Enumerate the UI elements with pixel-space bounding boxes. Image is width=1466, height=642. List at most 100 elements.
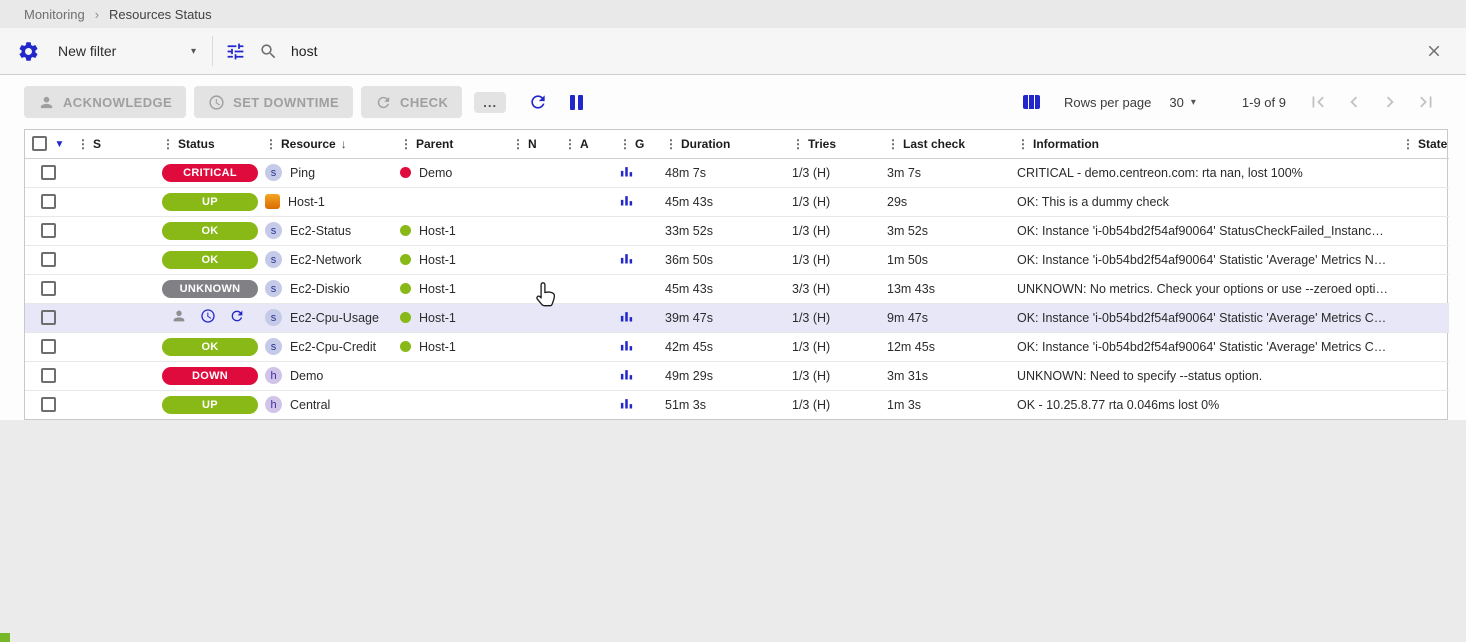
table-row[interactable]: CRITICALsPingDemo48m 7s1/3 (H)3m 7sCRITI… [25,158,1449,187]
drag-handle-icon[interactable]: ⋮ [1017,137,1029,151]
drag-handle-icon[interactable]: ⋮ [512,137,524,151]
graph-cell [613,187,659,216]
column-header-last-check[interactable]: ⋮Last check [881,130,1011,158]
column-header-duration[interactable]: ⋮Duration [659,130,786,158]
table-row[interactable]: DOWNhDemo49m 29s1/3 (H)3m 31sUNKNOWN: Ne… [25,361,1449,390]
parent-name[interactable]: Host-1 [419,224,456,238]
drag-handle-icon[interactable]: ⋮ [792,137,804,151]
previous-page-button[interactable] [1343,91,1365,113]
table-row[interactable]: sEc2-Cpu-UsageHost-139m 47s1/3 (H)9m 47s… [25,303,1449,332]
acknowledge-label: ACKNOWLEDGE [63,95,172,110]
sort-desc-icon[interactable]: ↓ [341,137,347,151]
tries-cell: 1/3 (H) [786,303,881,332]
column-header-resource[interactable]: ⋮Resource↓ [259,130,394,158]
table-body: CRITICALsPingDemo48m 7s1/3 (H)3m 7sCRITI… [25,158,1449,419]
row-checkbox[interactable] [41,339,56,354]
resource-name[interactable]: Central [290,398,330,412]
filter-tune-button[interactable] [217,33,253,69]
check-refresh-icon [375,94,392,111]
set-downtime-button[interactable]: SET DOWNTIME [194,86,353,118]
table-row[interactable]: UPHost-145m 43s1/3 (H)29sOK: This is a d… [25,187,1449,216]
parent-name[interactable]: Host-1 [419,253,456,267]
close-icon [1425,42,1443,60]
graph-button[interactable] [619,400,634,414]
drag-handle-icon[interactable]: ⋮ [77,137,89,151]
drag-handle-icon[interactable]: ⋮ [400,137,412,151]
parent-cell [394,390,506,419]
drag-handle-icon[interactable]: ⋮ [887,137,899,151]
table-row[interactable]: OKsEc2-Cpu-CreditHost-142m 45s1/3 (H)12m… [25,332,1449,361]
information-cell: OK: Instance 'i-0b54bd2f54af90064' Stati… [1011,332,1396,361]
state-cell [1396,274,1449,303]
row-checkbox[interactable] [41,252,56,267]
graph-button[interactable] [619,197,634,211]
row-checkbox[interactable] [41,397,56,412]
table-row[interactable]: UPhCentral51m 3s1/3 (H)1m 3sOK - 10.25.8… [25,390,1449,419]
column-header-tries[interactable]: ⋮Tries [786,130,881,158]
row-state-icons [171,308,245,324]
search-input[interactable] [283,39,1416,63]
resource-name[interactable]: Host-1 [288,195,325,209]
column-header-g[interactable]: ⋮G [613,130,659,158]
last-page-button[interactable] [1415,91,1437,113]
select-all-checkbox[interactable] [32,136,47,151]
selection-menu-caret-icon[interactable]: ▼ [55,139,65,150]
row-checkbox[interactable] [41,310,56,325]
breadcrumb-resources-status[interactable]: Resources Status [109,7,212,22]
next-page-button[interactable] [1379,91,1401,113]
resource-name[interactable]: Ping [290,166,315,180]
drag-handle-icon[interactable]: ⋮ [619,137,631,151]
drag-handle-icon[interactable]: ⋮ [162,137,174,151]
drag-handle-icon[interactable]: ⋮ [564,137,576,151]
breadcrumb-monitoring[interactable]: Monitoring [24,7,85,22]
resource-name[interactable]: Ec2-Diskio [290,282,350,296]
filter-preset-select[interactable]: New filter ▾ [46,39,204,63]
drag-handle-icon[interactable]: ⋮ [665,137,677,151]
graph-button[interactable] [619,342,634,356]
column-header-status[interactable]: ⋮Status [156,130,259,158]
graph-button[interactable] [619,371,634,385]
chevron-down-icon: ▾ [191,46,196,57]
edit-columns-button[interactable] [1023,95,1040,109]
graph-button[interactable] [619,313,634,327]
resource-name[interactable]: Ec2-Cpu-Credit [290,340,376,354]
resource-name[interactable]: Ec2-Network [290,253,362,267]
column-header-n[interactable]: ⋮N [506,130,558,158]
column-header-a[interactable]: ⋮A [558,130,613,158]
acknowledge-button[interactable]: ACKNOWLEDGE [24,86,186,118]
refresh-button[interactable] [528,92,548,112]
column-header-s[interactable]: ⋮S [71,130,156,158]
graph-button[interactable] [619,255,634,269]
rows-per-page-select[interactable]: 30 ▾ [1169,95,1196,110]
graph-button[interactable] [619,168,634,182]
row-checkbox[interactable] [41,223,56,238]
clear-search-button[interactable] [1416,33,1452,69]
first-page-button[interactable] [1307,91,1329,113]
duration-cell: 49m 29s [659,361,786,390]
parent-name[interactable]: Host-1 [419,311,456,325]
column-header-parent[interactable]: ⋮Parent [394,130,506,158]
table-row[interactable]: UNKNOWNsEc2-DiskioHost-145m 43s3/3 (H)13… [25,274,1449,303]
drag-handle-icon[interactable]: ⋮ [1402,137,1414,151]
parent-name[interactable]: Host-1 [419,340,456,354]
check-button[interactable]: CHECK [361,86,462,118]
resource-name[interactable]: Demo [290,369,323,383]
notes-cell [506,158,558,187]
drag-handle-icon[interactable]: ⋮ [265,137,277,151]
table-row[interactable]: OKsEc2-NetworkHost-136m 50s1/3 (H)1m 50s… [25,245,1449,274]
resource-name[interactable]: Ec2-Cpu-Usage [290,311,379,325]
filter-settings-gear-icon[interactable] [10,33,46,69]
resource-name[interactable]: Ec2-Status [290,224,351,238]
pause-autorefresh-button[interactable] [570,95,583,110]
row-checkbox[interactable] [41,281,56,296]
column-header-information[interactable]: ⋮Information [1011,130,1396,158]
row-checkbox[interactable] [41,165,56,180]
parent-name[interactable]: Demo [419,166,452,180]
row-checkbox[interactable] [41,368,56,383]
chevron-left-icon [1343,91,1365,113]
table-row[interactable]: OKsEc2-StatusHost-133m 52s1/3 (H)3m 52sO… [25,216,1449,245]
row-checkbox[interactable] [41,194,56,209]
column-header-state[interactable]: ⋮State [1396,130,1449,158]
more-actions-button[interactable]: ... [474,92,506,113]
parent-name[interactable]: Host-1 [419,282,456,296]
